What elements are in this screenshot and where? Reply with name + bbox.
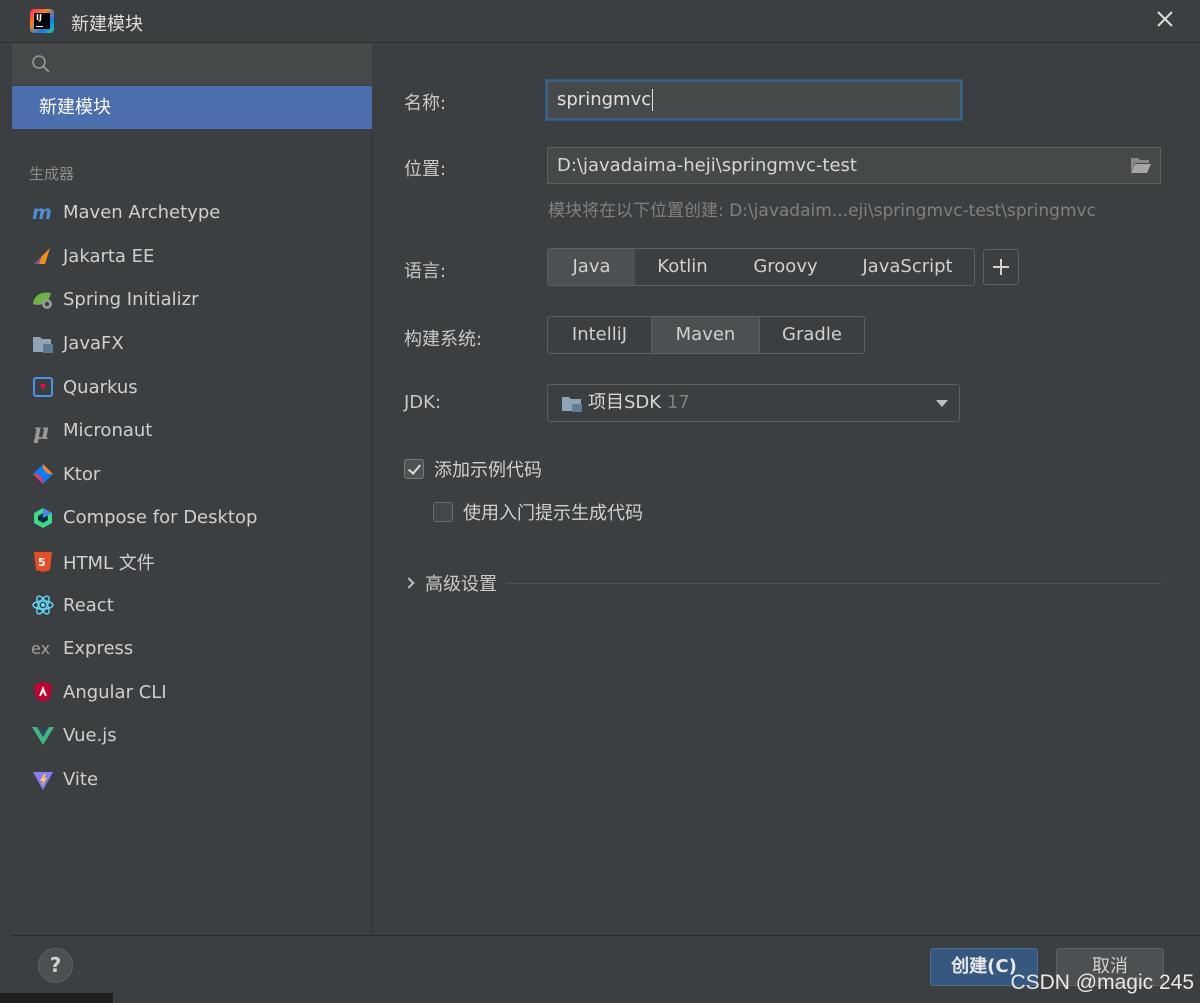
sidebar-item-label: Ktor — [63, 463, 101, 485]
build-system-selector: IntelliJ Maven Gradle — [547, 316, 865, 354]
name-field[interactable]: springmvc — [545, 79, 963, 121]
language-selector: Java Kotlin Groovy JavaScript — [547, 248, 975, 286]
svg-text:m: m — [32, 202, 52, 224]
title-bar: IJ 新建模块 — [0, 0, 1200, 43]
jakarta-ee-icon — [31, 244, 55, 268]
sdk-folder-icon — [562, 397, 582, 412]
sidebar-item-label: React — [63, 594, 114, 616]
sidebar-item-javafx[interactable]: JavaFX — [12, 322, 372, 366]
angular-icon — [31, 680, 55, 704]
sidebar-item-label: HTML 文件 — [63, 552, 155, 574]
sidebar-item-new-module[interactable]: 新建模块 — [12, 86, 372, 129]
compose-icon — [31, 506, 55, 530]
javafx-icon — [31, 332, 55, 356]
micronaut-icon: μ — [31, 419, 55, 443]
sidebar-item-label: Compose for Desktop — [63, 507, 258, 529]
sidebar-item-label: Micronaut — [63, 420, 153, 442]
sample-code-label: 添加示例代码 — [434, 460, 542, 481]
language-label: 语言: — [404, 261, 447, 282]
advanced-settings-toggle[interactable]: 高级设置 — [403, 571, 1162, 595]
location-value: D:\javadaima-heji\springmvc-test — [557, 155, 857, 176]
svg-text:ex: ex — [31, 639, 50, 658]
sidebar-item-html-file[interactable]: 5 HTML 文件 — [12, 540, 372, 584]
build-option-gradle[interactable]: Gradle — [760, 317, 864, 353]
dialog-title: 新建模块 — [71, 14, 143, 35]
generator-sidebar: 新建模块 生成器 m Maven Archetype Jakarta EE Sp… — [12, 43, 372, 935]
search-icon — [32, 55, 50, 73]
intellij-logo-icon: IJ — [30, 9, 54, 33]
build-option-intellij[interactable]: IntelliJ — [548, 317, 652, 353]
jdk-version: 17 — [666, 392, 690, 413]
new-module-dialog: IJ 新建模块 新建模块 生成器 m Maven Archetype Jakar… — [0, 0, 1200, 1003]
ktor-icon — [31, 462, 55, 486]
sidebar-item-angular-cli[interactable]: Angular CLI — [12, 671, 372, 715]
express-icon: ex — [31, 637, 55, 661]
sidebar-item-quarkus[interactable]: Quarkus — [12, 365, 372, 409]
generator-list: m Maven Archetype Jakarta EE Spring Init… — [12, 191, 372, 801]
sidebar-item-jakarta-ee[interactable]: Jakarta EE — [12, 235, 372, 279]
sidebar-item-label: Vue.js — [63, 725, 117, 747]
location-hint: 模块将在以下位置创建: D:\javadaim...eji\springmvc-… — [548, 201, 1096, 221]
name-value: springmvc — [557, 89, 652, 110]
sidebar-item-ktor[interactable]: Ktor — [12, 453, 372, 497]
taskbar-edge — [0, 993, 113, 1003]
chevron-right-icon — [403, 577, 415, 589]
jdk-name: 项目SDK — [588, 392, 662, 413]
build-system-label: 构建系统: — [404, 329, 483, 350]
onboarding-checkbox[interactable] — [433, 502, 453, 522]
add-language-button[interactable] — [983, 249, 1019, 285]
svg-text:μ: μ — [33, 419, 49, 443]
close-icon[interactable] — [1152, 8, 1178, 34]
sidebar-item-label: Angular CLI — [63, 681, 167, 703]
sidebar-item-vuejs[interactable]: Vue.js — [12, 714, 372, 758]
sample-code-checkbox-row[interactable]: 添加示例代码 — [404, 456, 542, 482]
onboarding-label: 使用入门提示生成代码 — [463, 503, 643, 524]
help-button[interactable]: ? — [38, 948, 73, 983]
sidebar-item-label: Spring Initializr — [63, 289, 199, 311]
html5-icon: 5 — [31, 550, 55, 574]
sidebar-item-label: Jakarta EE — [63, 245, 155, 267]
chevron-down-icon — [936, 400, 948, 407]
location-field[interactable]: D:\javadaima-heji\springmvc-test — [547, 147, 1161, 184]
folder-open-icon[interactable] — [1130, 155, 1152, 175]
sidebar-item-react[interactable]: React — [12, 583, 372, 627]
maven-icon: m — [31, 201, 55, 225]
react-icon — [31, 593, 55, 617]
sidebar-item-express[interactable]: ex Express — [12, 627, 372, 671]
build-option-maven[interactable]: Maven — [652, 317, 760, 353]
sidebar-item-label: JavaFX — [63, 333, 124, 355]
svg-text:5: 5 — [38, 556, 46, 569]
watermark: CSDN @magic 245 — [1010, 971, 1194, 994]
sidebar-item-compose-desktop[interactable]: Compose for Desktop — [12, 496, 372, 540]
language-option-kotlin[interactable]: Kotlin — [635, 249, 730, 285]
jdk-dropdown[interactable]: 项目SDK 17 — [547, 384, 960, 422]
language-option-java[interactable]: Java — [548, 249, 635, 285]
sidebar-item-label: Maven Archetype — [63, 202, 221, 224]
language-option-groovy[interactable]: Groovy — [730, 249, 841, 285]
sidebar-item-micronaut[interactable]: μ Micronaut — [12, 409, 372, 453]
sample-code-checkbox[interactable] — [404, 459, 424, 479]
sidebar-item-spring-initializr[interactable]: Spring Initializr — [12, 278, 372, 322]
spring-icon — [31, 288, 55, 312]
quarkus-icon — [31, 375, 55, 399]
sidebar-item-label: Vite — [63, 769, 99, 791]
divider — [507, 582, 1162, 584]
vite-icon — [31, 768, 55, 792]
language-option-javascript[interactable]: JavaScript — [841, 249, 974, 285]
name-label: 名称: — [404, 93, 447, 114]
advanced-settings-label: 高级设置 — [425, 574, 497, 595]
location-label: 位置: — [404, 159, 447, 180]
sidebar-item-label: Quarkus — [63, 376, 138, 398]
search-input[interactable] — [12, 43, 372, 85]
sidebar-item-maven-archetype[interactable]: m Maven Archetype — [12, 191, 372, 235]
sidebar-item-label: Express — [63, 638, 134, 660]
jdk-label: JDK: — [404, 392, 442, 413]
sidebar-item-vite[interactable]: Vite — [12, 758, 372, 802]
onboarding-checkbox-row[interactable]: 使用入门提示生成代码 — [433, 499, 643, 525]
module-settings-panel: 名称: springmvc 位置: D:\javadaima-heji\spri… — [373, 43, 1200, 935]
generators-group-label: 生成器 — [29, 165, 75, 183]
vue-icon — [31, 724, 55, 748]
